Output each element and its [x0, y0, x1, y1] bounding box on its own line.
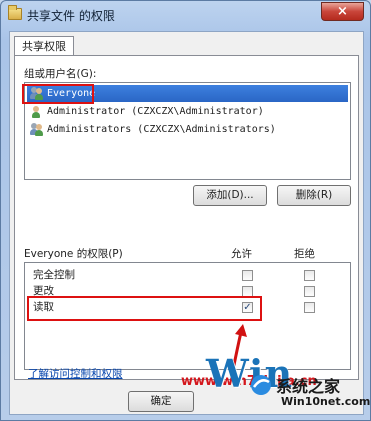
ok-button[interactable]: 确定 [128, 391, 194, 412]
dialog-window: 共享文件 的权限 × 共享权限 组或用户名(G): Everyone Admin… [0, 0, 371, 421]
user-icon [30, 105, 44, 118]
permission-row-change: 更改 [25, 283, 350, 299]
deny-full-control-checkbox[interactable] [304, 270, 315, 281]
remove-button[interactable]: 删除(R) [277, 185, 351, 206]
user-item-administrator[interactable]: Administrator (CZXCZX\Administrator) [27, 103, 348, 120]
deny-read-checkbox[interactable] [304, 302, 315, 313]
deny-change-checkbox[interactable] [304, 286, 315, 297]
close-button[interactable]: × [321, 2, 364, 21]
tab-panel: 组或用户名(G): Everyone Administrator (CZXCZX… [14, 55, 359, 389]
user-item-label: Administrator (CZXCZX\Administrator) [47, 106, 264, 117]
logo-site-name: 系统之家 [276, 377, 341, 396]
allow-read-checkbox[interactable]: ✓ [242, 302, 253, 313]
user-item-everyone[interactable]: Everyone [27, 85, 348, 102]
permissions-table: 完全控制 更改 读取 ✓ [24, 262, 351, 370]
access-control-help-link[interactable]: 了解访问控制和权限 [28, 366, 123, 381]
folder-icon [8, 5, 22, 20]
allow-header: 允许 [231, 248, 252, 260]
permissions-label: Everyone 的权限(P) [24, 248, 123, 260]
allow-change-checkbox[interactable] [242, 286, 253, 297]
dialog-client: 共享权限 组或用户名(G): Everyone Administrator (C… [9, 31, 364, 415]
user-item-label: Administrators (CZXCZX\Administrators) [47, 124, 276, 135]
tab-share-permissions[interactable]: 共享权限 [14, 36, 74, 56]
add-button[interactable]: 添加(D)... [193, 185, 267, 206]
allow-full-control-checkbox[interactable] [242, 270, 253, 281]
logo-site-url: Win10net.com [281, 395, 371, 408]
permission-name: 读取 [33, 301, 54, 313]
user-group-icon [30, 87, 44, 100]
window-title: 共享文件 的权限 [27, 9, 115, 23]
permission-name: 完全控制 [33, 269, 75, 281]
title-bar[interactable]: 共享文件 的权限 × [1, 1, 370, 29]
user-group-icon [30, 123, 44, 136]
logo-swoosh-icon [251, 375, 271, 395]
permission-row-full-control: 完全控制 [25, 267, 350, 283]
permission-row-read: 读取 ✓ [25, 299, 350, 315]
user-item-administrators[interactable]: Administrators (CZXCZX\Administrators) [27, 121, 348, 138]
users-label: 组或用户名(G): [24, 68, 97, 80]
permission-name: 更改 [33, 285, 54, 297]
user-list[interactable]: Everyone Administrator (CZXCZX\Administr… [24, 82, 351, 180]
deny-header: 拒绝 [294, 248, 315, 260]
user-item-label: Everyone [47, 88, 96, 99]
